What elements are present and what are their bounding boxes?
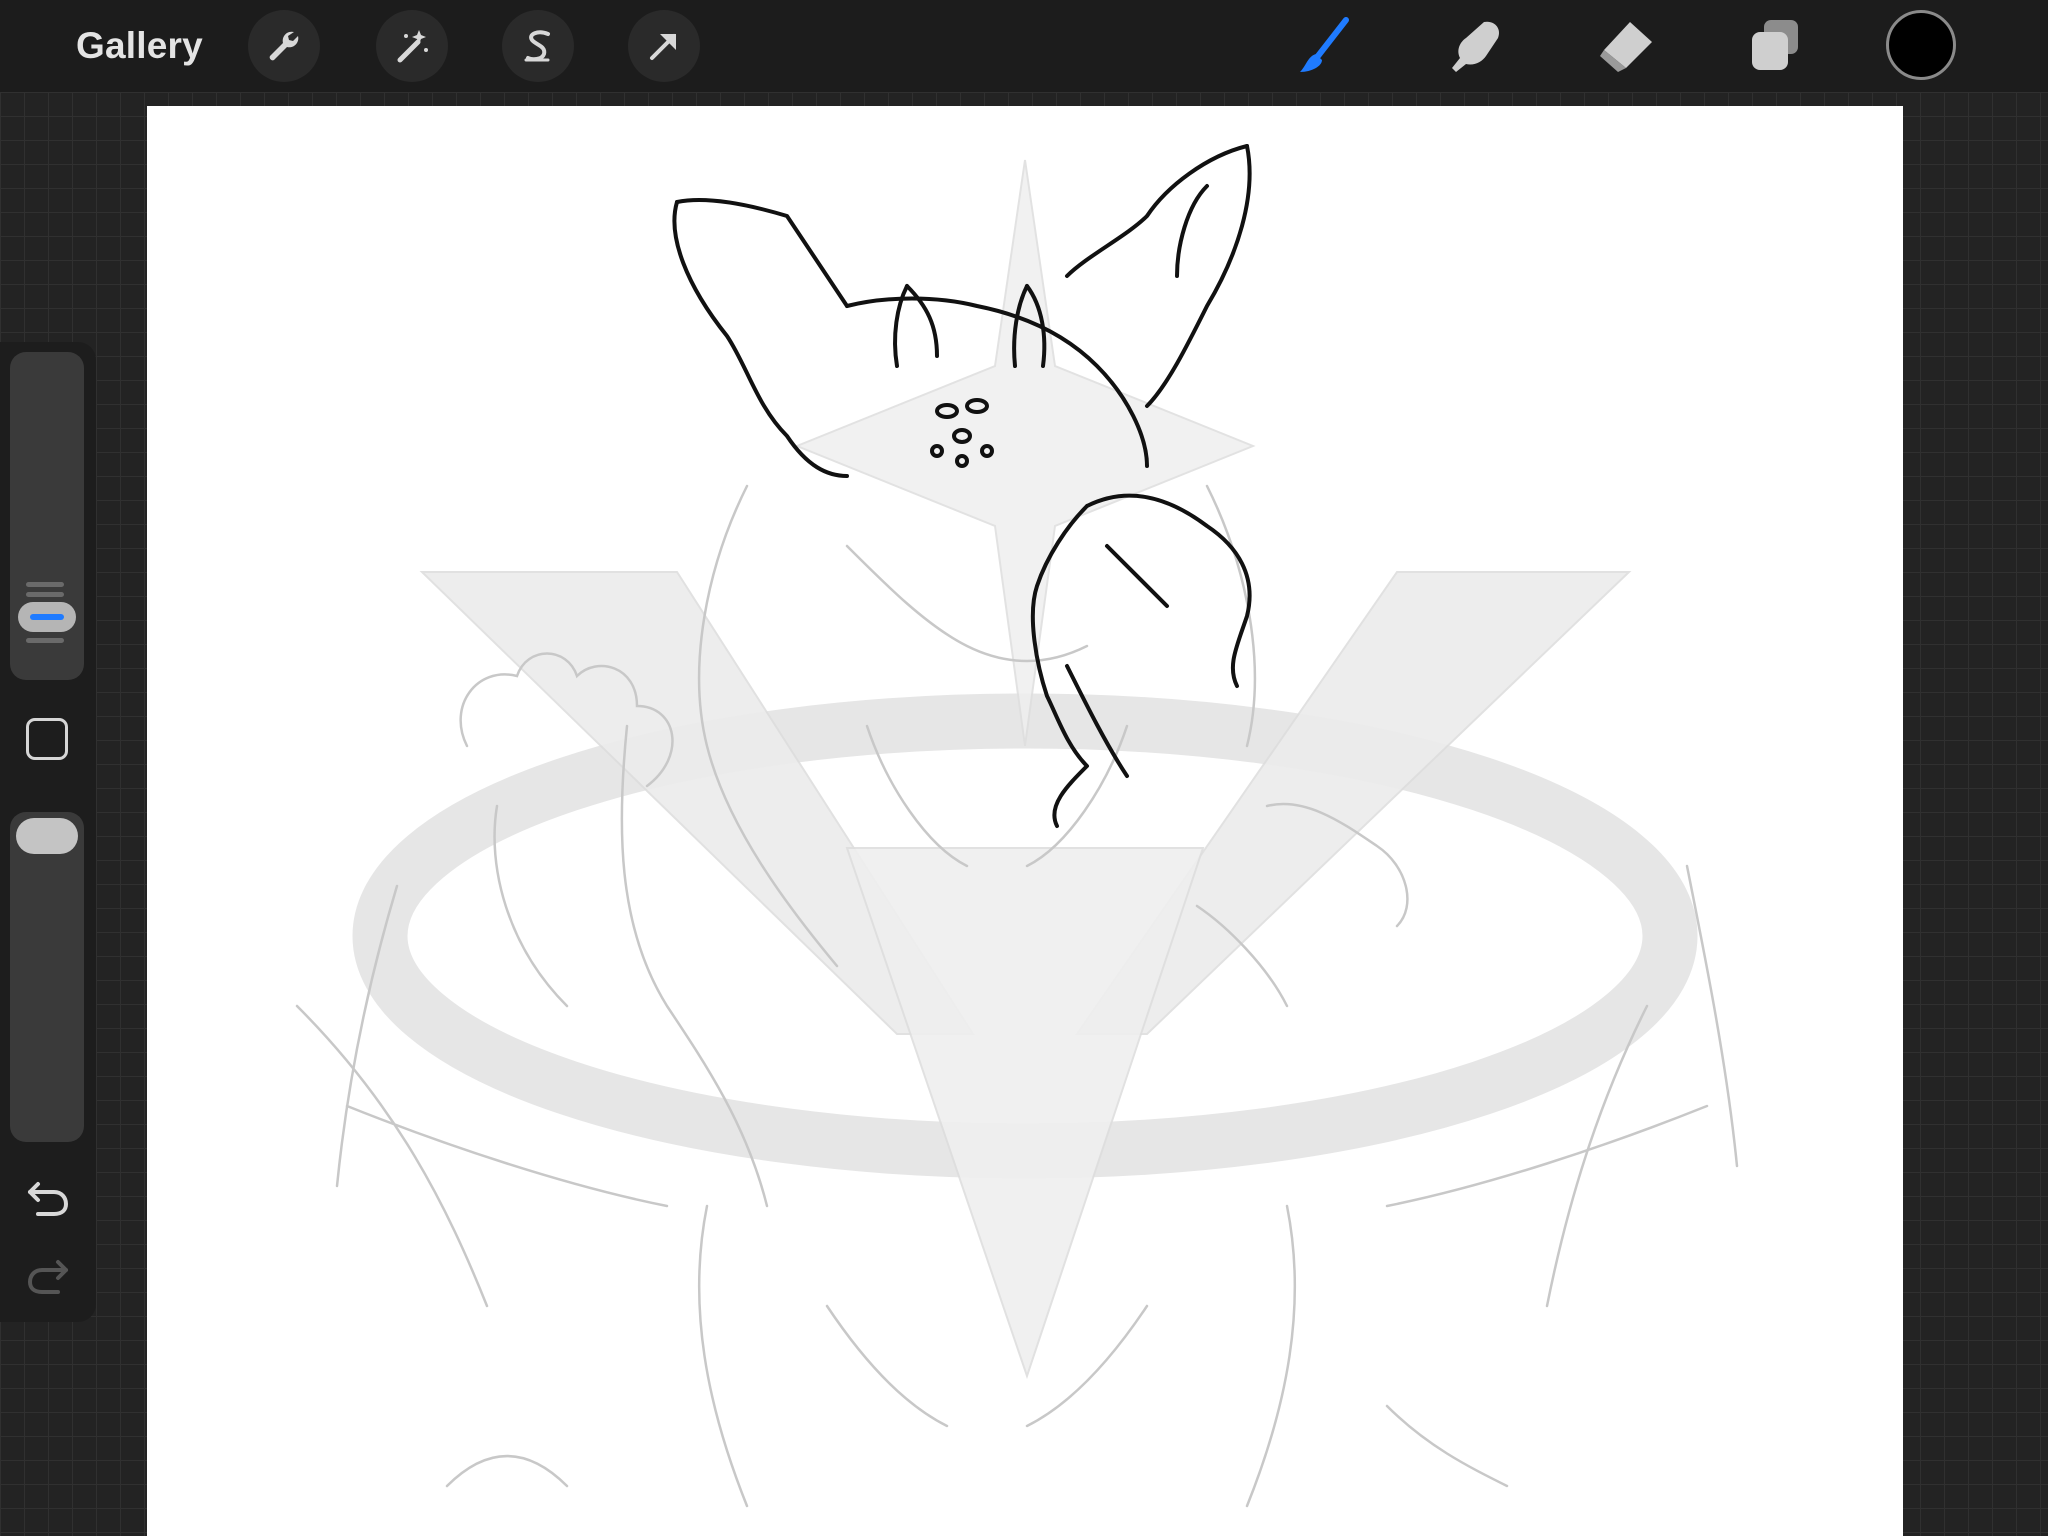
brush-icon	[1300, 17, 1349, 72]
smudge-tool-button[interactable]	[1436, 10, 1516, 82]
arrow-cursor-icon	[650, 34, 676, 60]
eraser-tool-button[interactable]	[1586, 10, 1666, 82]
wrench-icon	[269, 31, 299, 61]
size-tick	[26, 582, 64, 587]
adjustments-button[interactable]	[376, 10, 448, 82]
brush-tool-button[interactable]	[1284, 10, 1364, 82]
size-thumb-indicator	[30, 614, 64, 620]
undo-button[interactable]	[24, 1172, 72, 1220]
brush-opacity-slider[interactable]	[10, 812, 84, 1142]
redo-button[interactable]	[24, 1250, 72, 1298]
size-tick	[26, 592, 64, 597]
layers-icon	[1752, 20, 1798, 70]
opacity-thumb[interactable]	[16, 818, 78, 854]
magic-wand-icon	[397, 30, 428, 63]
drawing-canvas[interactable]	[147, 106, 1903, 1536]
transform-button[interactable]	[628, 10, 700, 82]
selection-button[interactable]	[502, 10, 574, 82]
undo-arrow-icon	[28, 1182, 69, 1216]
redo-arrow-icon	[27, 1260, 68, 1294]
actions-button[interactable]	[248, 10, 320, 82]
watermark-logo	[352, 159, 1698, 1380]
eraser-icon	[1600, 22, 1652, 72]
brush-size-handle[interactable]	[18, 582, 76, 643]
color-swatch-button[interactable]	[1886, 10, 1956, 80]
selection-s-icon	[524, 30, 550, 62]
top-toolbar: Gallery	[0, 0, 2048, 92]
smudge-finger-icon	[1452, 21, 1500, 72]
size-thumb[interactable]	[18, 602, 76, 632]
left-sidebar	[0, 342, 96, 1322]
gallery-button[interactable]: Gallery	[76, 22, 203, 70]
modify-button[interactable]	[26, 718, 68, 760]
artwork-sketch	[295, 144, 1739, 1508]
size-tick	[26, 638, 64, 643]
layers-button[interactable]	[1734, 10, 1814, 82]
brush-size-slider[interactable]	[10, 352, 84, 680]
